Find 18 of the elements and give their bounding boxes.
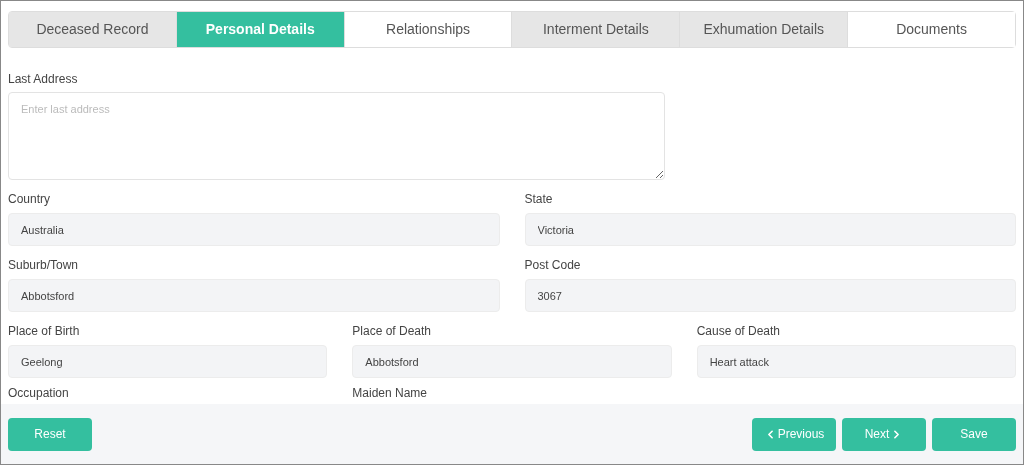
- field-label: Suburb/Town: [8, 257, 79, 274]
- field-label: Post Code: [524, 257, 581, 274]
- field-label: Occupation: [8, 386, 69, 400]
- text-field[interactable]: Geelong: [8, 345, 328, 378]
- text-field[interactable]: 3067: [524, 279, 1016, 312]
- field-label: State: [524, 191, 553, 208]
- text-field[interactable]: Abbotsford: [352, 345, 672, 378]
- field-label: Place of Birth: [8, 323, 80, 340]
- field-label: Cause of Death: [696, 323, 781, 340]
- text-field[interactable]: Australia: [8, 213, 500, 246]
- text-field[interactable]: Victoria: [524, 213, 1016, 246]
- address-field[interactable]: Enter last address: [8, 92, 665, 180]
- field-label: Place of Death: [352, 323, 432, 340]
- field-label: Last Address: [8, 71, 78, 88]
- field-label: Maiden Name: [352, 386, 428, 400]
- text-field[interactable]: Heart attack: [696, 345, 1016, 378]
- text-field[interactable]: Abbotsford: [8, 279, 500, 312]
- field-label: Country: [8, 191, 51, 208]
